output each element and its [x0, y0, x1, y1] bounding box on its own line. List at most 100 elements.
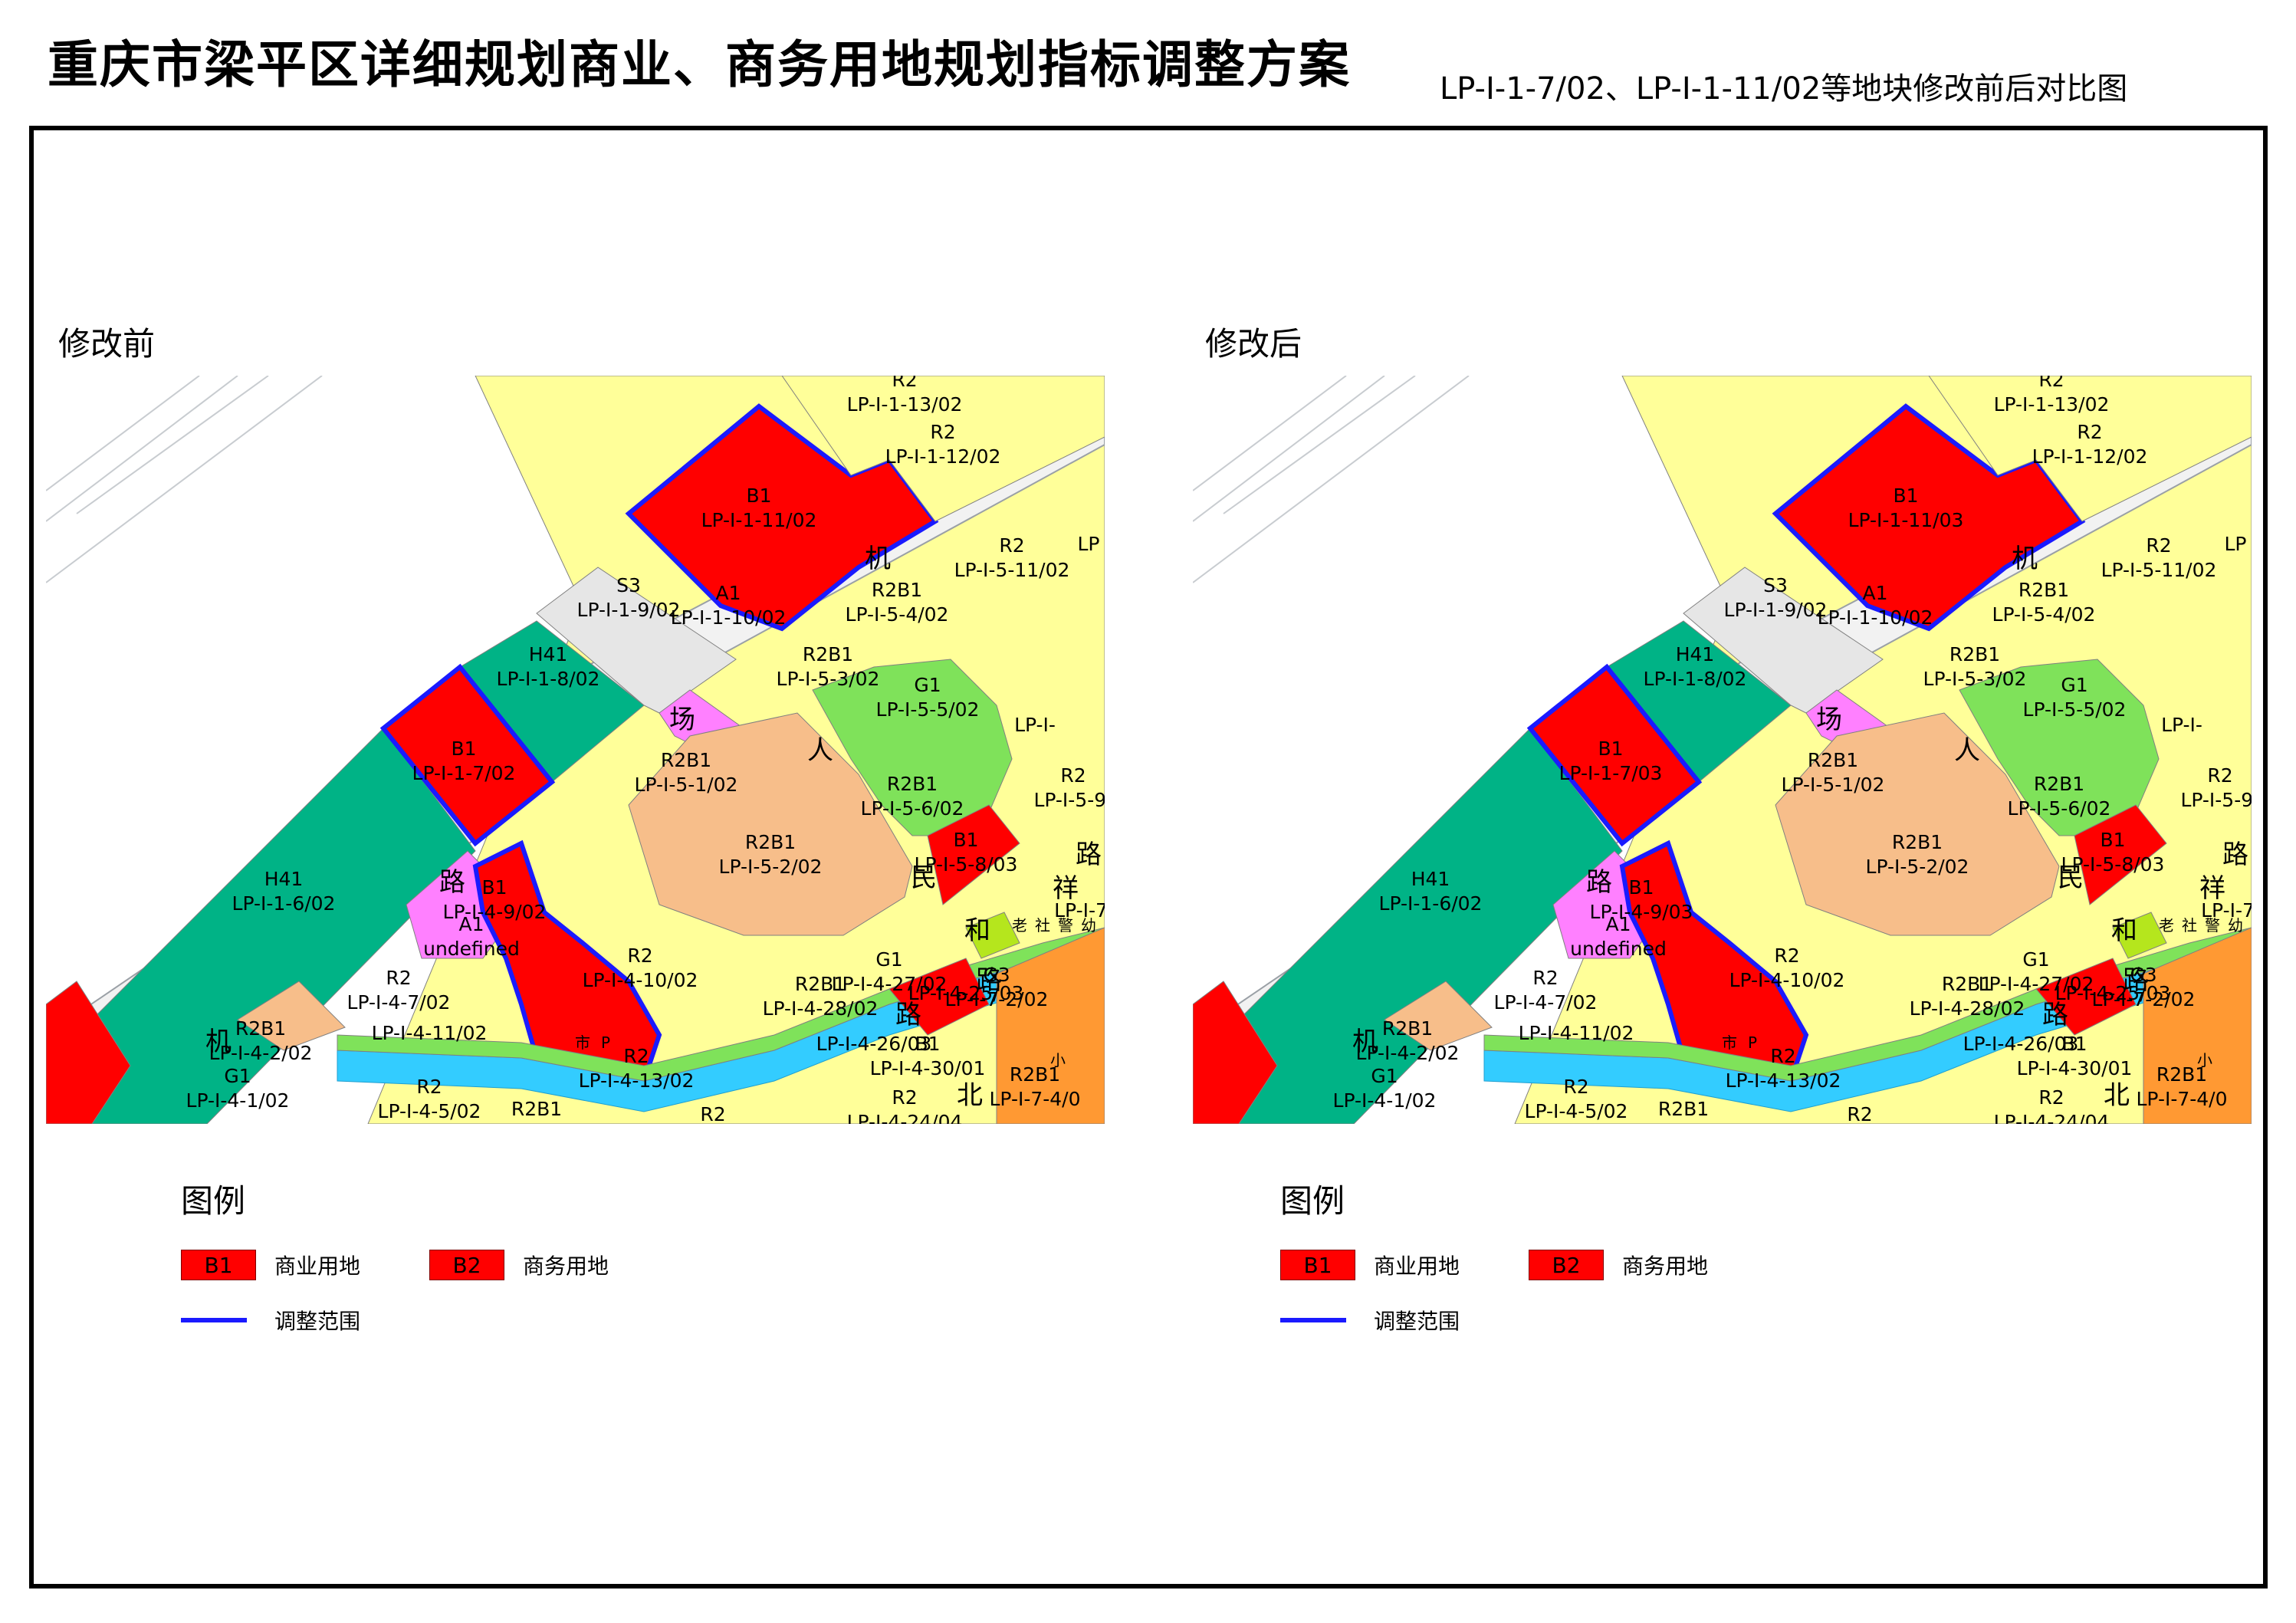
legend-item-adjust: 调整范围	[1280, 1303, 1460, 1337]
g1-s-type: G1	[2022, 948, 2049, 971]
legend-label-b1: 商业用地	[1374, 1253, 1460, 1279]
legend-label-adjust: 调整范围	[274, 1309, 361, 1334]
legend-swatch-b2: B2	[429, 1250, 504, 1280]
r2b1-se-code: LP-I-7-4/0	[2136, 1088, 2227, 1110]
code-7-left: LP-I-	[1014, 714, 1056, 736]
r2-sw2-code: LP-I-4-5/02	[378, 1100, 481, 1122]
r2-sw2-type: R2	[1563, 1076, 1588, 1098]
map-before: R2 LP-I-1-13/02 R2 LP-I-1-12/02 R2 LP-I-5-11/…	[46, 376, 1105, 1124]
a1-north-code: LP-I-1-10/02	[671, 606, 787, 629]
g1-type: G1	[914, 674, 941, 696]
h41-north-code: LP-I-1-8/02	[1644, 668, 1747, 690]
road-char-5: 机	[205, 1027, 232, 1057]
r2b1-bottom: R2B1	[511, 1098, 562, 1120]
before-section-label: 修改前	[58, 325, 156, 363]
g1-sw-type: G1	[224, 1065, 251, 1087]
code-7-left: LP-I-	[2161, 714, 2202, 736]
r2b1-c-code: LP-I-5-1/02	[1782, 774, 1885, 796]
r2b1-d-type: R2B1	[1892, 831, 1943, 853]
road-char-9: 路	[2123, 965, 2149, 996]
s3-code: LP-I-1-9/02	[577, 599, 681, 621]
s3-type: S3	[1763, 574, 1788, 596]
legend-swatch-b1: B1	[1280, 1250, 1355, 1280]
road-char-7: 祥	[1053, 873, 1079, 904]
r2b1-a-code: LP-I-5-4/02	[1992, 603, 2096, 626]
r2b1-d-code: LP-I-5-2/02	[719, 856, 823, 878]
code-4-11: LP-I-4-11/02	[372, 1022, 488, 1044]
road-char-11: 路	[895, 1000, 921, 1030]
legend-swatch-b2: B2	[1529, 1250, 1604, 1280]
b1-north-code: LP-I-1-11/03	[1848, 509, 1964, 531]
g1-code: LP-I-5-5/02	[876, 698, 980, 721]
b1-north-type: B1	[1893, 485, 1918, 507]
b1-mid-type: B1	[451, 738, 476, 760]
b1-north-code: LP-I-1-11/02	[701, 509, 817, 531]
r2b1-b-code: LP-I-5-3/02	[777, 668, 880, 690]
b1-mid-code: LP-I-1-7/02	[412, 762, 516, 784]
service-label-1: 社	[1035, 916, 1050, 935]
h41-north-code: LP-I-1-8/02	[497, 668, 600, 690]
road-char-0: 机	[2012, 544, 2038, 574]
r2-e-code: LP-I-5-9/	[1033, 789, 1105, 811]
r2b1-e-type: R2B1	[2034, 773, 2084, 795]
legend-item-b1: B1 商业用地	[181, 1248, 360, 1282]
road-char-0: 机	[865, 544, 891, 574]
r2-bottom-code: LP-I-4-13/02	[579, 1069, 695, 1092]
r2b1-b-type: R2B1	[803, 643, 853, 665]
road-char-1: 场	[669, 705, 695, 735]
page-subtitle: LP-I-1-7/02、LP-I-1-11/02等地块修改前后对比图	[1440, 71, 2128, 107]
legend-label-adjust: 调整范围	[1374, 1309, 1460, 1334]
legend-before: 图例 B1 商业用地 B2 商务用地 调整范围	[181, 1185, 718, 1339]
service-label-5: 市	[1722, 1033, 1737, 1052]
h41-big-code: LP-I-1-6/02	[1379, 892, 1483, 915]
service-label-2: 警	[1058, 916, 1073, 935]
service-label-0: 老	[2159, 916, 2174, 935]
legend-item-b2: B2 商务用地	[429, 1248, 609, 1282]
g1-sw-code: LP-I-4-1/02	[1333, 1089, 1437, 1112]
a1-south-code: undefined	[423, 938, 520, 960]
r2b1-d-type: R2B1	[745, 831, 796, 853]
legend-item-b2: B2 商务用地	[1529, 1248, 1708, 1282]
r2-bot3: R2	[1847, 1103, 1872, 1124]
r2b1-a-type: R2B1	[872, 579, 922, 601]
legend-title: 图例	[181, 1182, 246, 1220]
g1-code: LP-I-5-5/02	[2023, 698, 2127, 721]
b1-s-type: B1	[2061, 1033, 2087, 1055]
service-label-4: 小	[1050, 1051, 1066, 1069]
r2-ne2-type: R2	[2146, 534, 2171, 557]
r2-bot2-type: R2	[2038, 1086, 2064, 1109]
r2b1-b-code: LP-I-5-3/02	[1923, 668, 2027, 690]
road-char-10: 北	[2104, 1080, 2130, 1111]
page-title: 重庆市梁平区详细规划商业、商务用地规划指标调整方案	[48, 35, 1351, 94]
b1-mid-type: B1	[1598, 738, 1623, 760]
r2-bottom-type: R2	[1770, 1045, 1795, 1067]
legend-item-adjust: 调整范围	[181, 1303, 360, 1337]
service-label-5: 市	[575, 1033, 590, 1052]
r2-bottom-code: LP-I-4-13/02	[1726, 1069, 1841, 1092]
legend-label-b2: 商务用地	[523, 1253, 609, 1279]
r2-sw2-code: LP-I-4-5/02	[1525, 1100, 1628, 1122]
g1-sw-code: LP-I-4-1/02	[186, 1089, 290, 1112]
a1-north-type: A1	[1862, 582, 1887, 604]
r2b1-se-code: LP-I-7-4/0	[989, 1088, 1080, 1110]
service-label-0: 老	[1012, 916, 1027, 935]
r2-ne2-type: R2	[999, 534, 1024, 557]
road-char-1: 场	[1816, 705, 1842, 735]
legend-label-b1: 商业用地	[274, 1253, 361, 1279]
road-char-11: 路	[2042, 1000, 2068, 1030]
road-char-4: 路	[1586, 867, 1612, 898]
legend-title: 图例	[1280, 1182, 1345, 1220]
r2b1-sw-type: R2B1	[1382, 1017, 1433, 1040]
road-char-4: 路	[439, 867, 465, 898]
g1-s-type: G1	[875, 948, 902, 971]
map-after: R2 LP-I-1-13/02 R2 LP-I-1-12/02 R2 LP-I-5-11/…	[1193, 376, 2252, 1124]
after-section-label: 修改后	[1205, 325, 1302, 363]
service-label-1: 社	[2182, 916, 2197, 935]
road-char-10: 北	[957, 1080, 983, 1111]
r2-bottom-type: R2	[623, 1045, 649, 1067]
r2b1-c-type: R2B1	[661, 749, 711, 771]
r2-sw2-type: R2	[416, 1076, 442, 1098]
r2-bot2-code: LP-I-4-24/04	[847, 1111, 963, 1124]
r2-ne-type: R2	[930, 421, 955, 443]
r2b1-c-code: LP-I-5-1/02	[635, 774, 738, 796]
